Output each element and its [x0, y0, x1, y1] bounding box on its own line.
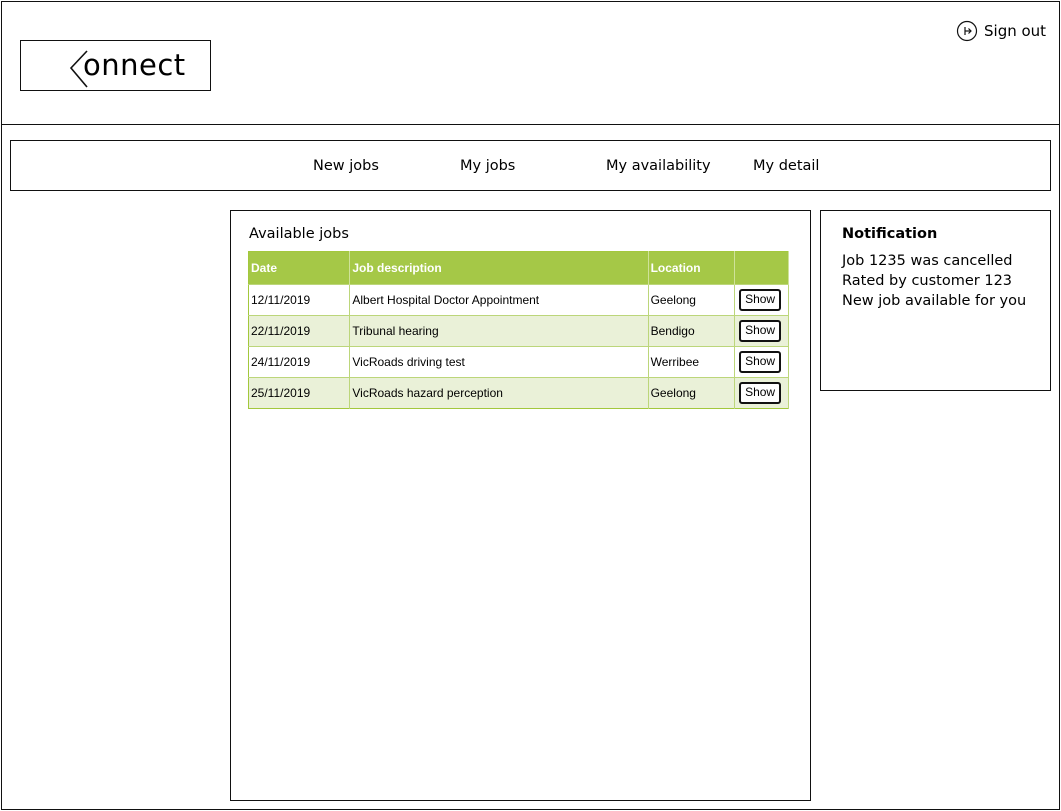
- sign-out-label: Sign out: [984, 22, 1047, 40]
- panel-title: Available jobs: [249, 226, 349, 242]
- show-button[interactable]: Show: [739, 351, 782, 373]
- cell-action: Show: [734, 346, 789, 378]
- cell-description: Tribunal hearing: [349, 315, 649, 347]
- jobs-table: Date Job description Location 12/11/2019…: [248, 251, 789, 409]
- logo-text: onnect: [83, 48, 186, 82]
- notification-item: New job available for you: [842, 293, 1027, 309]
- nav-item-my-jobs[interactable]: My jobs: [460, 158, 515, 174]
- cell-date: 12/11/2019: [248, 284, 351, 316]
- cell-location: Werribee: [648, 346, 736, 378]
- cell-action: Show: [734, 284, 789, 316]
- notification-title: Notification: [842, 226, 938, 242]
- header-divider: [1, 124, 1060, 125]
- column-header-date: Date: [248, 251, 351, 285]
- available-jobs-panel: Available jobs Date Job description Loca…: [230, 210, 811, 801]
- logo: onnect: [20, 40, 211, 91]
- table-header-row: Date Job description Location: [248, 251, 789, 285]
- column-header-location: Location: [648, 251, 736, 285]
- table-row: 22/11/2019 Tribunal hearing Bendigo Show: [248, 315, 789, 347]
- column-header-description: Job description: [349, 251, 649, 285]
- show-button[interactable]: Show: [739, 320, 782, 342]
- cell-action: Show: [734, 377, 789, 409]
- nav-item-my-detail[interactable]: My detail: [753, 158, 819, 174]
- table-row: 25/11/2019 VicRoads hazard perception Ge…: [248, 377, 789, 409]
- cell-location: Geelong: [648, 284, 736, 316]
- show-button[interactable]: Show: [739, 382, 782, 404]
- nav-item-my-availability[interactable]: My availability: [606, 158, 711, 174]
- cell-date: 22/11/2019: [248, 315, 351, 347]
- cell-description: Albert Hospital Doctor Appointment: [349, 284, 649, 316]
- notification-item: Rated by customer 123: [842, 273, 1013, 289]
- sign-out-icon: [956, 20, 978, 42]
- cell-date: 25/11/2019: [248, 377, 351, 409]
- main-nav: New jobs My jobs My availability My deta…: [10, 140, 1051, 191]
- table-row: 24/11/2019 VicRoads driving test Werribe…: [248, 346, 789, 378]
- column-header-action: [734, 251, 789, 285]
- notification-item: Job 1235 was cancelled: [842, 253, 1013, 269]
- cell-description: VicRoads hazard perception: [349, 377, 649, 409]
- nav-item-new-jobs[interactable]: New jobs: [313, 158, 379, 174]
- cell-action: Show: [734, 315, 789, 347]
- cell-location: Geelong: [648, 377, 736, 409]
- cell-description: VicRoads driving test: [349, 346, 649, 378]
- show-button[interactable]: Show: [739, 289, 782, 311]
- cell-location: Bendigo: [648, 315, 736, 347]
- notification-panel: Notification Job 1235 was cancelled Rate…: [820, 210, 1051, 391]
- sign-out-button[interactable]: Sign out: [956, 19, 1046, 43]
- table-row: 12/11/2019 Albert Hospital Doctor Appoin…: [248, 284, 789, 316]
- cell-date: 24/11/2019: [248, 346, 351, 378]
